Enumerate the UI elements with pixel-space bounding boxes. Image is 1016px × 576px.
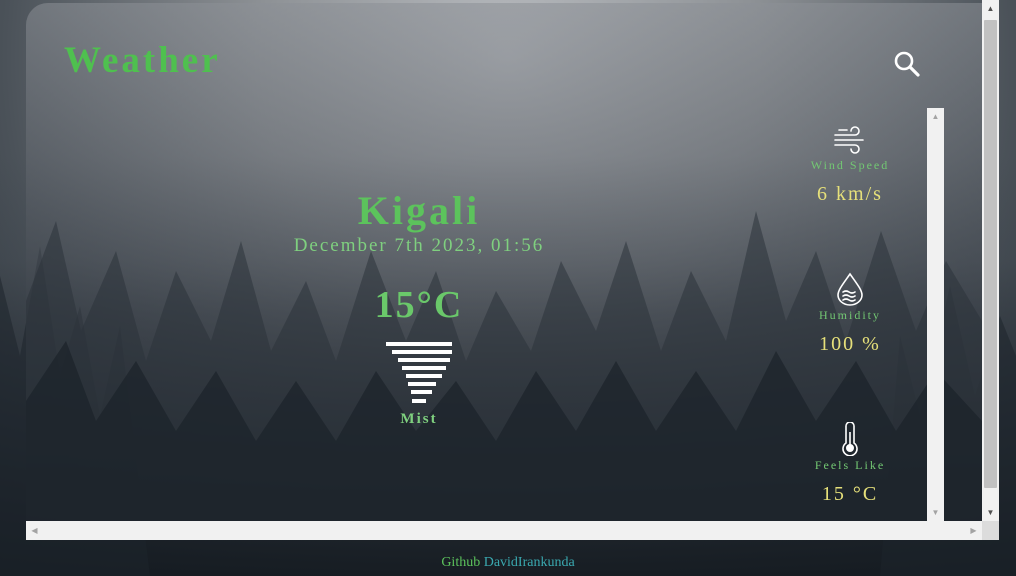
horizontal-scrollbar[interactable]: ◀ ▶ xyxy=(26,521,982,540)
page-scrollbar[interactable]: ▲ ▼ xyxy=(982,0,999,521)
weather-card: Weather Kigali December 7th 2023, 01:56 … xyxy=(26,3,982,521)
detail-humidity: Humidity 100 % xyxy=(770,272,926,356)
condition-text: Mist xyxy=(400,411,438,427)
detail-wind: Wind Speed 6 km/s xyxy=(770,122,926,206)
search-button[interactable] xyxy=(892,49,922,79)
scrollbar-corner xyxy=(982,521,999,540)
scroll-down-arrow-icon[interactable]: ▼ xyxy=(982,504,999,521)
tornado-mist-icon xyxy=(386,342,452,403)
city-name: Kigali xyxy=(357,188,481,233)
search-icon xyxy=(894,51,920,77)
github-author-link[interactable]: DavidIrankunda xyxy=(484,555,575,570)
detail-label: Feels Like xyxy=(814,458,886,472)
detail-value: 100 % xyxy=(819,333,881,355)
humidity-icon xyxy=(837,272,863,306)
footer: Github DavidIrankunda xyxy=(0,555,1016,571)
date-time: December 7th 2023, 01:56 xyxy=(293,235,545,256)
wind-icon xyxy=(834,126,864,154)
scrollbar-thumb[interactable] xyxy=(984,20,997,488)
detail-value: 15 °C xyxy=(821,483,879,505)
app-title: Weather xyxy=(64,40,221,81)
detail-value: 6 km/s xyxy=(817,183,883,205)
detail-label: Humidity xyxy=(818,308,881,322)
current-weather: Kigali December 7th 2023, 01:56 15°C Mis… xyxy=(219,183,619,428)
thermometer-icon xyxy=(842,422,858,456)
scroll-left-arrow-icon[interactable]: ◀ xyxy=(26,521,43,540)
footer-prefix: Github xyxy=(441,555,481,570)
scroll-up-arrow-icon[interactable]: ▲ xyxy=(927,108,944,125)
temperature: 15°C xyxy=(374,284,464,326)
scroll-right-arrow-icon[interactable]: ▶ xyxy=(965,521,982,540)
scroll-up-arrow-icon[interactable]: ▲ xyxy=(982,0,999,17)
details-scrollbar[interactable]: ▲ ▼ xyxy=(927,108,944,521)
details-panel[interactable]: Wind Speed 6 km/s Humidity 100 % Feels L… xyxy=(770,108,926,521)
detail-feels-like: Feels Like 15 °C xyxy=(770,422,926,506)
scroll-down-arrow-icon[interactable]: ▼ xyxy=(927,504,944,521)
detail-label: Wind Speed xyxy=(810,158,890,172)
